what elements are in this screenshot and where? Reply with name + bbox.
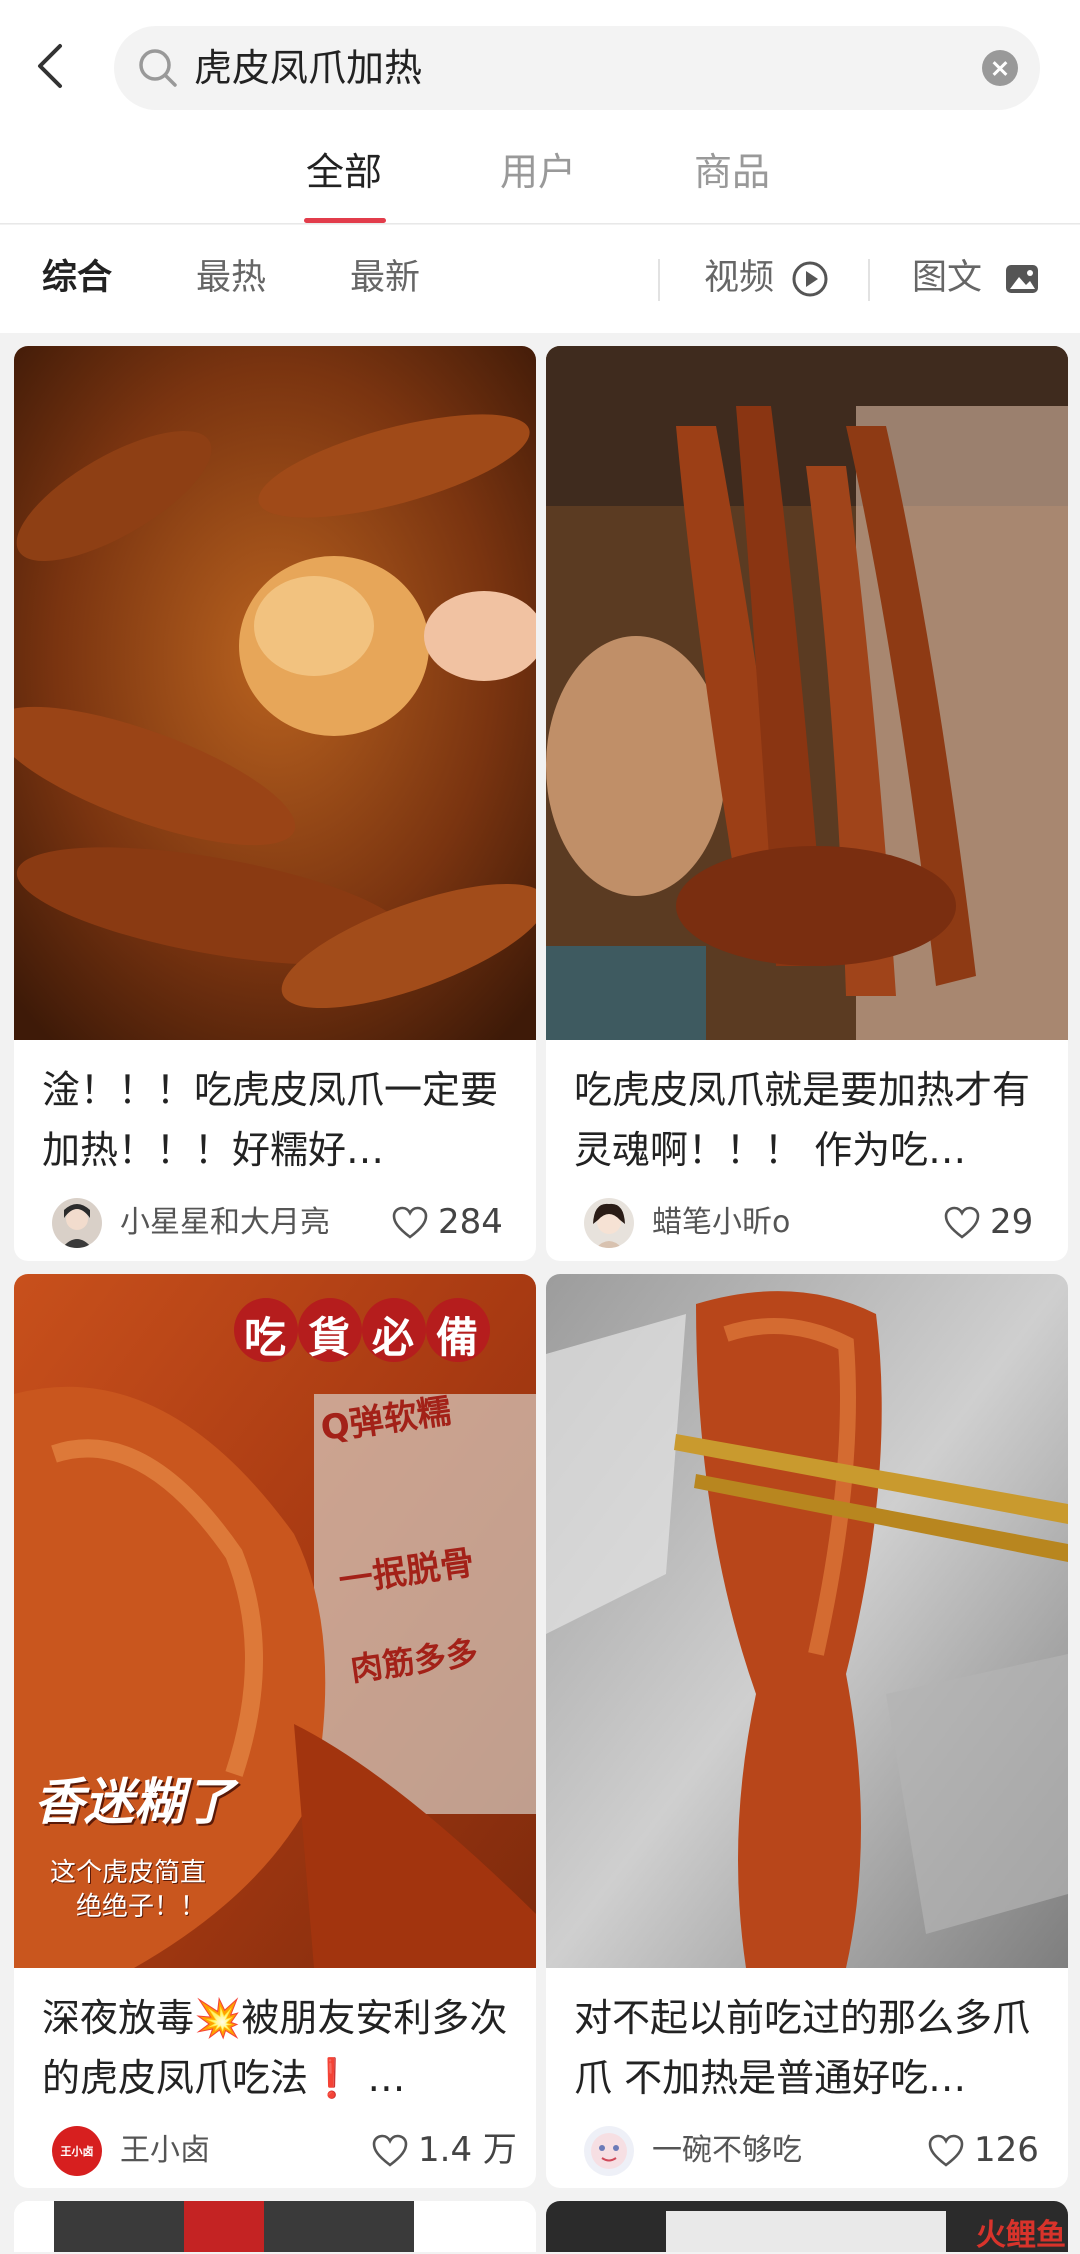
filter-comprehensive[interactable]: 综合 (42, 253, 112, 303)
tab-products[interactable]: 商品 (694, 144, 770, 200)
note-card[interactable]: 对不起以前吃过的那么多爪爪 不加热是普通好吃… 一碗不够吃 126 (546, 1274, 1068, 2188)
note-title[interactable]: 吃虎皮凤爪就是要加热才有灵魂啊！！！ 作为吃… (574, 1060, 1040, 1180)
badge-char: 備 (436, 1313, 479, 1362)
author-name[interactable]: 王小卤 (120, 2130, 210, 2172)
play-circle-icon[interactable] (790, 259, 830, 299)
note-title[interactable]: 深夜放毒💥被朋友安利多次的虎皮凤爪吃法❗️ … (42, 1988, 508, 2108)
author-avatar[interactable] (52, 1198, 102, 1248)
heart-icon[interactable] (392, 1206, 428, 1240)
author-name[interactable]: 蜡笔小昕o (652, 1202, 790, 1244)
like-count: 126 (974, 2130, 1039, 2170)
author-avatar[interactable] (584, 1198, 634, 1248)
filter-bar: 综合 最热 最新 视频 图文 (0, 225, 1080, 333)
chicken-feet-photo[interactable] (14, 346, 536, 1040)
heart-icon[interactable] (944, 1206, 980, 1240)
author-name[interactable]: 小星星和大月亮 (120, 1202, 330, 1244)
note-title[interactable]: 淦！！！吃虎皮凤爪一定要加热！！！好糯好… (42, 1060, 508, 1180)
filter-image-text[interactable]: 图文 (912, 253, 982, 303)
chicken-feet-photo[interactable] (546, 1274, 1068, 1968)
note-card[interactable]: 淦！！！吃虎皮凤爪一定要加热！！！好糯好… 小星星和大月亮 284 (14, 346, 536, 1261)
watermark-text: 火鲤鱼 (976, 2218, 1066, 2253)
heart-icon[interactable] (372, 2134, 408, 2168)
image-caption: 这个虎皮简直 (50, 1858, 207, 1888)
author-name[interactable]: 一碗不够吃 (652, 2130, 802, 2172)
badge-char: 貨 (308, 1313, 351, 1362)
note-card[interactable]: 吃虎皮凤爪就是要加热才有灵魂啊！！！ 作为吃… 蜡笔小昕o 29 (546, 346, 1068, 1261)
filter-video[interactable]: 视频 (704, 253, 774, 303)
badge-char: 吃 (244, 1313, 287, 1362)
clear-search-icon[interactable] (982, 50, 1018, 86)
filter-newest[interactable]: 最新 (350, 253, 420, 303)
note-title[interactable]: 对不起以前吃过的那么多爪爪 不加热是普通好吃… (574, 1988, 1040, 2108)
active-tab-indicator (304, 218, 386, 223)
author-avatar[interactable]: 王小卤 (52, 2126, 102, 2176)
like-count: 1.4 万 (418, 2130, 517, 2170)
like-count: 284 (438, 1202, 503, 1242)
image-headline: 香迷糊了 (34, 1773, 234, 1831)
avatar-logo-text: 王小卤 (60, 2145, 94, 2158)
filter-hottest[interactable]: 最热 (196, 253, 266, 303)
tab-users[interactable]: 用户 (500, 144, 576, 200)
note-card[interactable] (14, 2201, 536, 2252)
search-bar[interactable]: 虎皮凤爪加热 (114, 26, 1040, 110)
chicken-feet-photo[interactable] (546, 346, 1068, 1040)
image-icon[interactable] (1002, 259, 1042, 299)
like-count: 29 (990, 1202, 1034, 1242)
search-icon (139, 49, 177, 87)
divider (658, 259, 660, 301)
note-card[interactable]: 吃 貨 必 備 Q弹软糯 一抿脱骨 肉筋多多 香迷糊了 这个虎皮简直 绝绝子！！… (14, 1274, 536, 2188)
result-type-tabs: 全部 用户 商品 (0, 138, 1080, 224)
note-thumbnail[interactable] (14, 2201, 536, 2252)
tab-all[interactable]: 全部 (306, 144, 382, 200)
badge-char: 必 (372, 1313, 415, 1362)
back-arrow-icon[interactable] (28, 38, 76, 94)
image-caption: 绝绝子！！ (76, 1892, 207, 1922)
top-bar: 虎皮凤爪加热 (0, 0, 1080, 138)
author-avatar[interactable] (584, 2126, 634, 2176)
heart-icon[interactable] (928, 2134, 964, 2168)
divider (868, 259, 870, 301)
search-input[interactable]: 虎皮凤爪加热 (194, 44, 422, 92)
